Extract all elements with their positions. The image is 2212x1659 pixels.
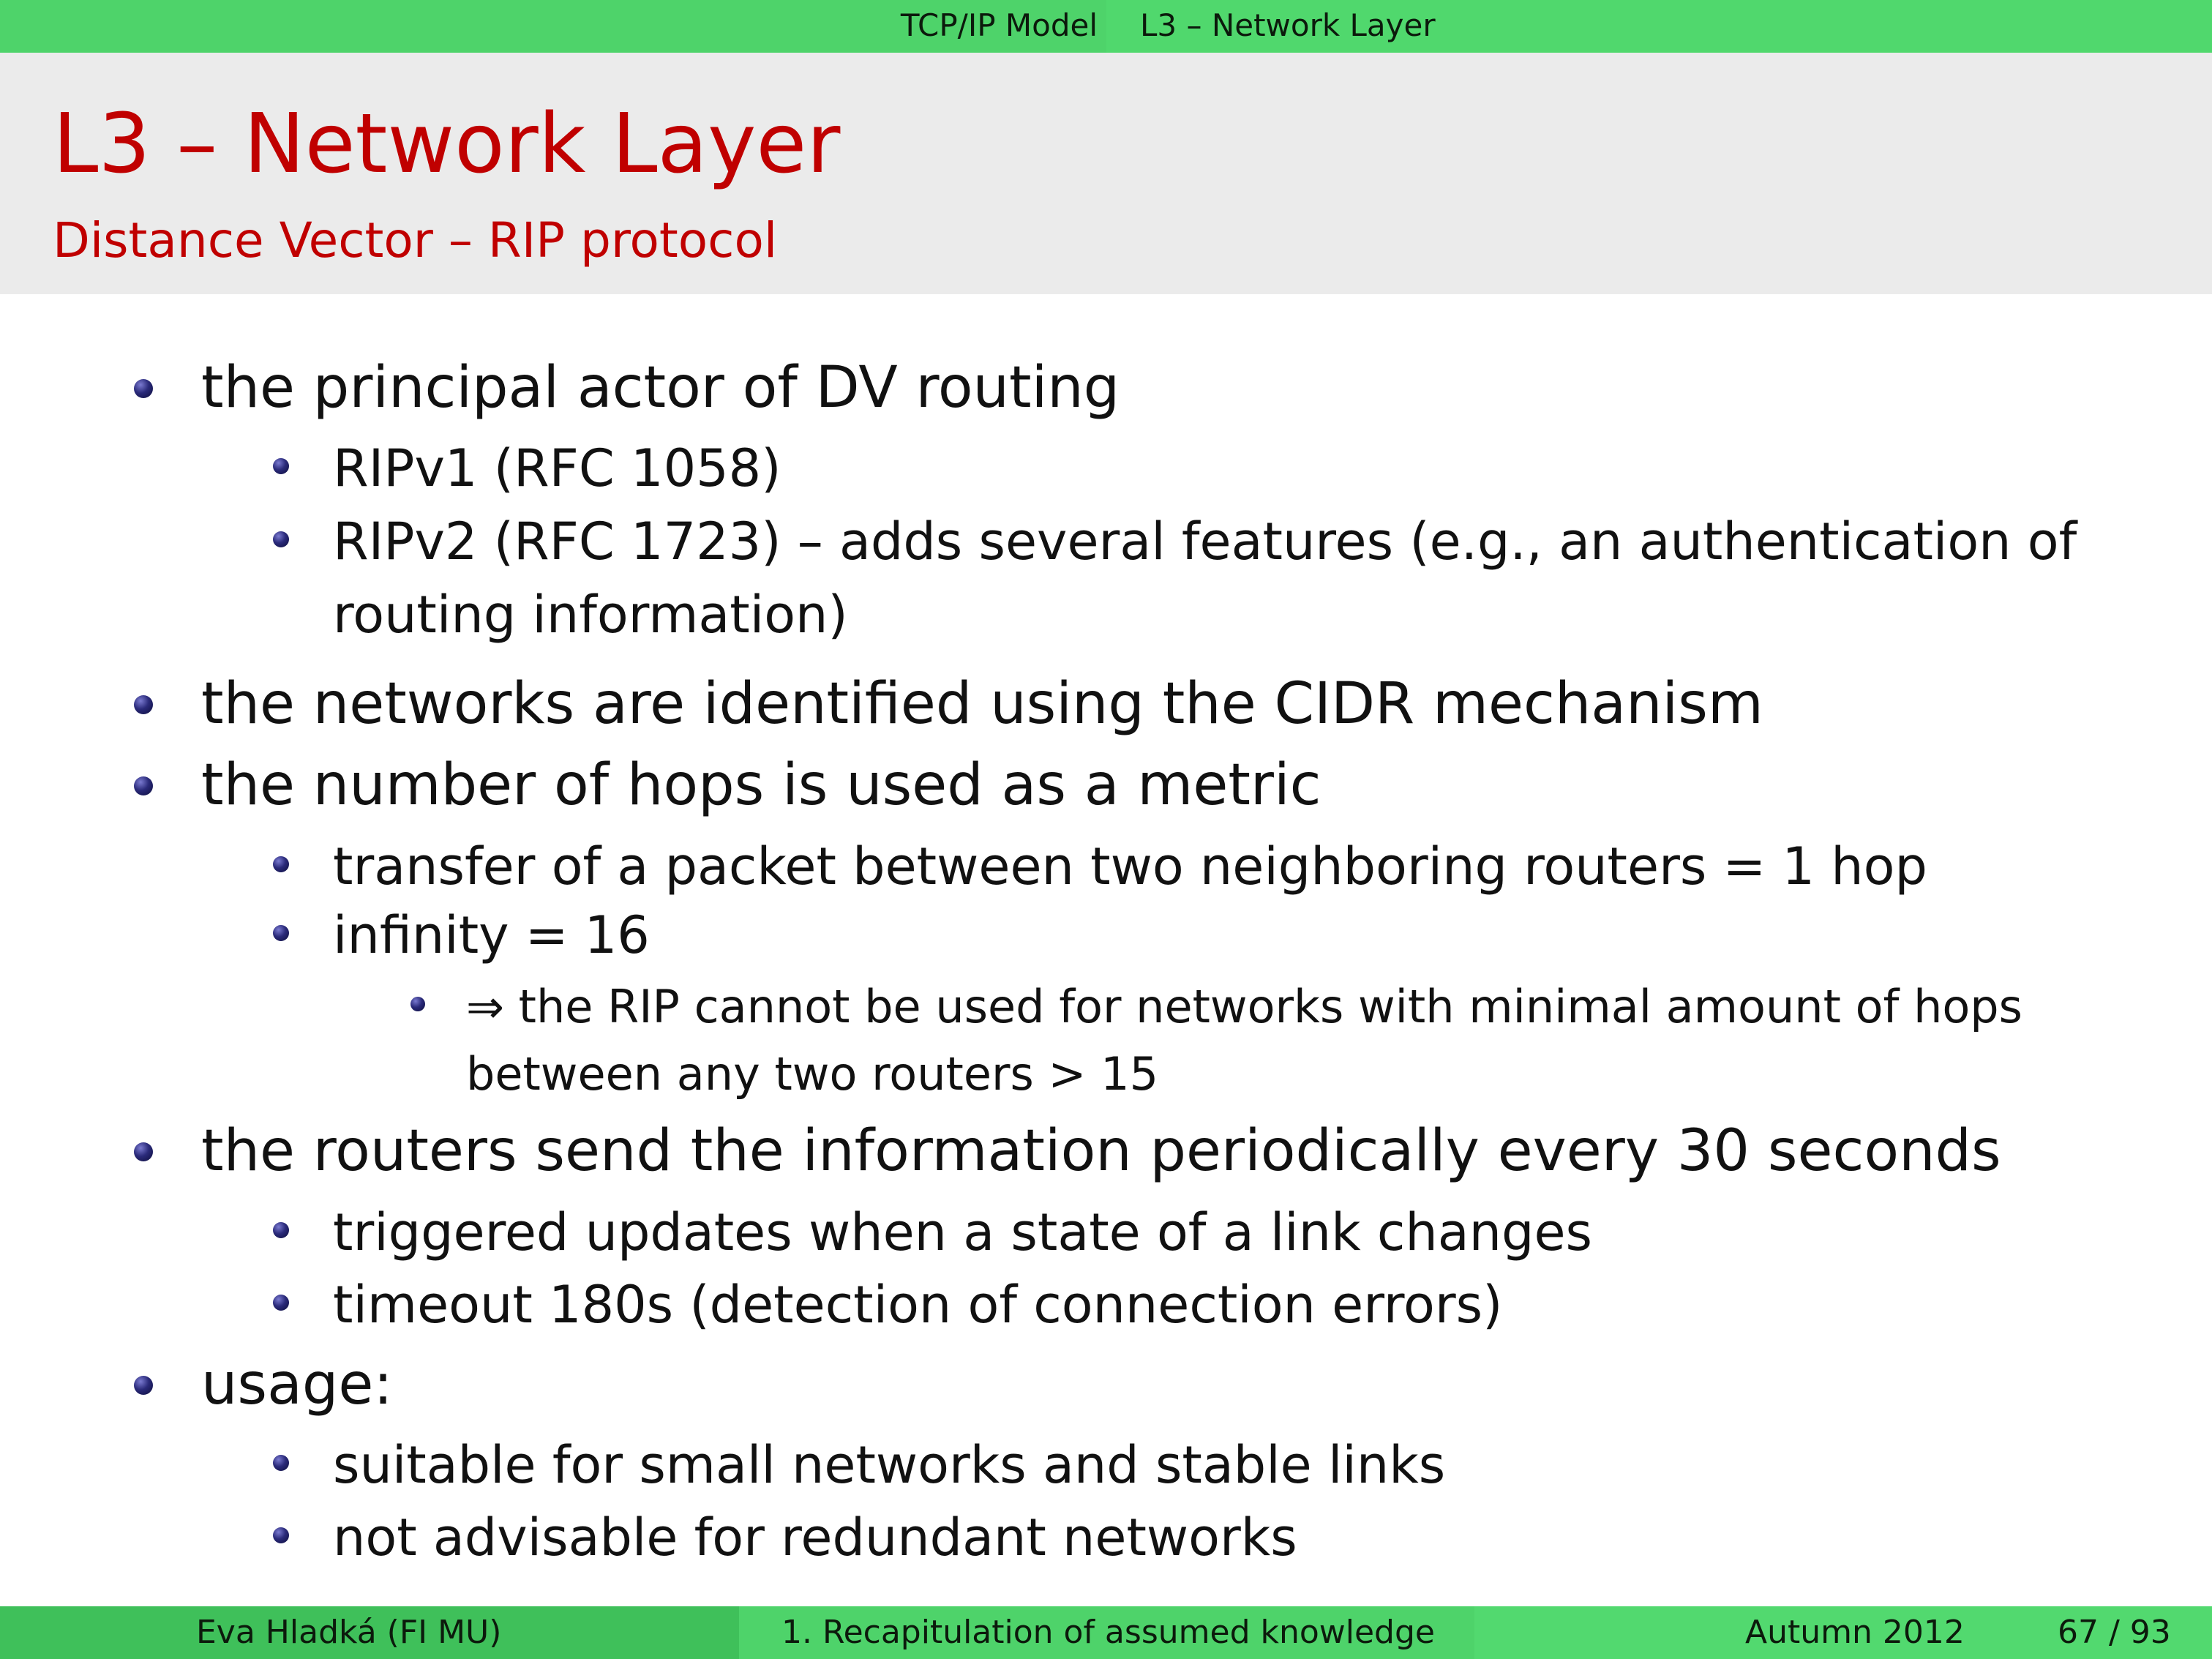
bullet-icon: [273, 925, 289, 941]
list-item-continuation: between any two routers > 15: [466, 1047, 1159, 1101]
list-item-text: the networks are identified using the CI…: [201, 671, 1763, 737]
list-item-text: RIPv2 (RFC 1723) – adds several features…: [333, 512, 2077, 572]
bullet-icon: [273, 1527, 289, 1543]
footer-title-box: 1. Recapitulation of assumed knowledge: [739, 1606, 1474, 1659]
list-item: ⇒ the RIP cannot be used for networks wi…: [410, 973, 2022, 1108]
list-item: the networks are identified using the CI…: [134, 667, 1763, 741]
list-item-text: suitable for small networks and stable l…: [333, 1435, 1446, 1495]
list-item-continuation: routing information): [333, 585, 848, 645]
footer-author-box: Eva Hladká (FI MU): [0, 1606, 739, 1659]
list-item-text: not advisable for redundant networks: [333, 1508, 1297, 1568]
bullet-icon: [134, 695, 153, 714]
bullet-icon: [273, 856, 289, 872]
list-item-text: usage:: [201, 1352, 393, 1418]
footer-date: Autumn 2012: [1745, 1614, 1965, 1651]
footer-page-number: 67 / 93: [2058, 1614, 2171, 1651]
list-item-text: the principal actor of DV routing: [201, 355, 1120, 421]
frame-subtitle: Distance Vector – RIP protocol: [53, 212, 778, 269]
bullet-icon: [273, 531, 289, 547]
list-item: suitable for small networks and stable l…: [273, 1428, 1446, 1502]
bullet-icon: [273, 1295, 289, 1311]
list-item: the principal actor of DV routing: [134, 351, 1120, 424]
list-item: timeout 180s (detection of connection er…: [273, 1268, 1503, 1341]
list-item-text: the routers send the information periodi…: [201, 1118, 2001, 1184]
bullet-icon: [134, 1142, 153, 1161]
footer-talk-title: 1. Recapitulation of assumed knowledge: [781, 1614, 1435, 1651]
list-item: infinity = 16: [273, 899, 650, 972]
list-item: transfer of a packet between two neighbo…: [273, 830, 1927, 903]
footer-bar: Eva Hladká (FI MU) 1. Recapitulation of …: [0, 1606, 2212, 1659]
list-item-text: ⇒ the RIP cannot be used for networks wi…: [466, 980, 2022, 1033]
list-item-text: timeout 180s (detection of connection er…: [333, 1275, 1503, 1335]
bullet-icon: [134, 1376, 153, 1395]
list-item-text: transfer of a packet between two neighbo…: [333, 836, 1927, 896]
bullet-icon: [134, 379, 153, 398]
footer-info-box: Autumn 2012 67 / 93: [1474, 1606, 2212, 1659]
bullet-icon: [273, 458, 289, 474]
list-item: triggered updates when a state of a link…: [273, 1196, 1592, 1269]
subsection-link[interactable]: L3 – Network Layer: [1106, 0, 2212, 53]
bullet-icon: [273, 1222, 289, 1238]
list-item-text: the number of hops is used as a metric: [201, 752, 1321, 818]
list-item: not advisable for redundant networks: [273, 1501, 1297, 1574]
footer-author: Eva Hladká (FI MU): [196, 1614, 502, 1651]
list-item-text: triggered updates when a state of a link…: [333, 1202, 1592, 1262]
bullet-icon: [273, 1455, 289, 1471]
list-item-text: infinity = 16: [333, 905, 650, 965]
list-item: RIPv2 (RFC 1723) – adds several features…: [273, 505, 2077, 651]
list-item-text: RIPv1 (RFC 1058): [333, 438, 781, 498]
frame-title-box: L3 – Network Layer Distance Vector – RIP…: [0, 53, 2212, 294]
list-item: RIPv1 (RFC 1058): [273, 432, 781, 505]
bullet-icon: [410, 997, 425, 1011]
bullet-icon: [134, 776, 153, 795]
frame-title: L3 – Network Layer: [53, 97, 841, 192]
list-item: the number of hops is used as a metric: [134, 749, 1321, 822]
list-item: usage:: [134, 1348, 393, 1421]
section-link[interactable]: TCP/IP Model: [739, 0, 1105, 53]
list-item: the routers send the information periodi…: [134, 1115, 2001, 1188]
section-navigation-bar: TCP/IP Model L3 – Network Layer: [0, 0, 2212, 53]
